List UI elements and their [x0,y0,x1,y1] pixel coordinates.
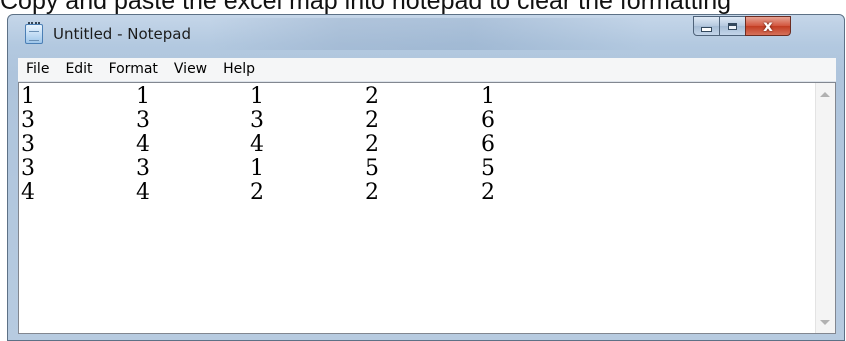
text-value: 2 [250,180,264,205]
text-value: 3 [136,108,150,133]
text-value: 5 [481,156,495,181]
text-value: 4 [250,132,264,157]
text-value: 3 [136,156,150,181]
text-line: 3 4 4 2 6 [19,133,811,157]
text-value: 1 [250,156,264,181]
menu-file[interactable]: File [18,58,57,81]
text-value: 3 [250,108,264,133]
text-value: 6 [481,132,495,157]
vertical-scrollbar[interactable] [815,83,835,333]
scroll-down-icon[interactable] [820,320,830,325]
menu-format[interactable]: Format [101,58,166,81]
text-line: 3 3 3 2 6 [19,109,811,133]
scroll-up-icon[interactable] [820,92,830,97]
caption-text: Copy and paste the excel map into notepa… [0,0,732,14]
text-value: 4 [136,180,150,205]
text-content[interactable]: 1112133326344263315544222 [19,85,811,331]
text-value: 6 [481,108,495,133]
menu-view[interactable]: View [166,58,215,81]
text-value: 4 [136,132,150,157]
text-value: 2 [365,108,379,133]
text-line: 4 4 2 2 2 [19,181,811,205]
title-bar-glass [208,18,648,50]
text-value: 4 [21,180,35,205]
text-value: 1 [481,85,495,109]
text-line: 3 3 1 5 5 [19,157,811,181]
text-value: 3 [21,132,35,157]
text-value: 1 [136,85,150,109]
text-value: 5 [365,156,379,181]
title-bar[interactable]: Untitled - Notepad x [8,15,844,55]
window-title: Untitled - Notepad [53,25,192,43]
notepad-window: Untitled - Notepad x File Edit Format Vi… [7,14,845,341]
menu-bar: File Edit Format View Help [18,58,836,82]
maximize-button[interactable] [719,16,746,36]
text-value: 3 [21,108,35,133]
text-value: 2 [481,180,495,205]
text-value: 3 [21,156,35,181]
minimize-icon [701,27,712,32]
menu-edit[interactable]: Edit [57,58,100,81]
text-line: 1 1 1 2 1 [19,85,811,109]
text-value: 2 [365,180,379,205]
text-value: 1 [21,85,35,109]
maximize-icon [728,22,737,30]
text-value: 1 [250,85,264,109]
close-button[interactable]: x [745,16,791,36]
text-editor[interactable]: 1112133326344263315544222 [18,82,836,334]
text-value: 2 [365,85,379,109]
minimize-button[interactable] [693,16,720,36]
close-icon: x [763,16,773,35]
menu-help[interactable]: Help [215,58,263,81]
notepad-icon[interactable] [25,22,43,44]
text-value: 2 [365,132,379,157]
